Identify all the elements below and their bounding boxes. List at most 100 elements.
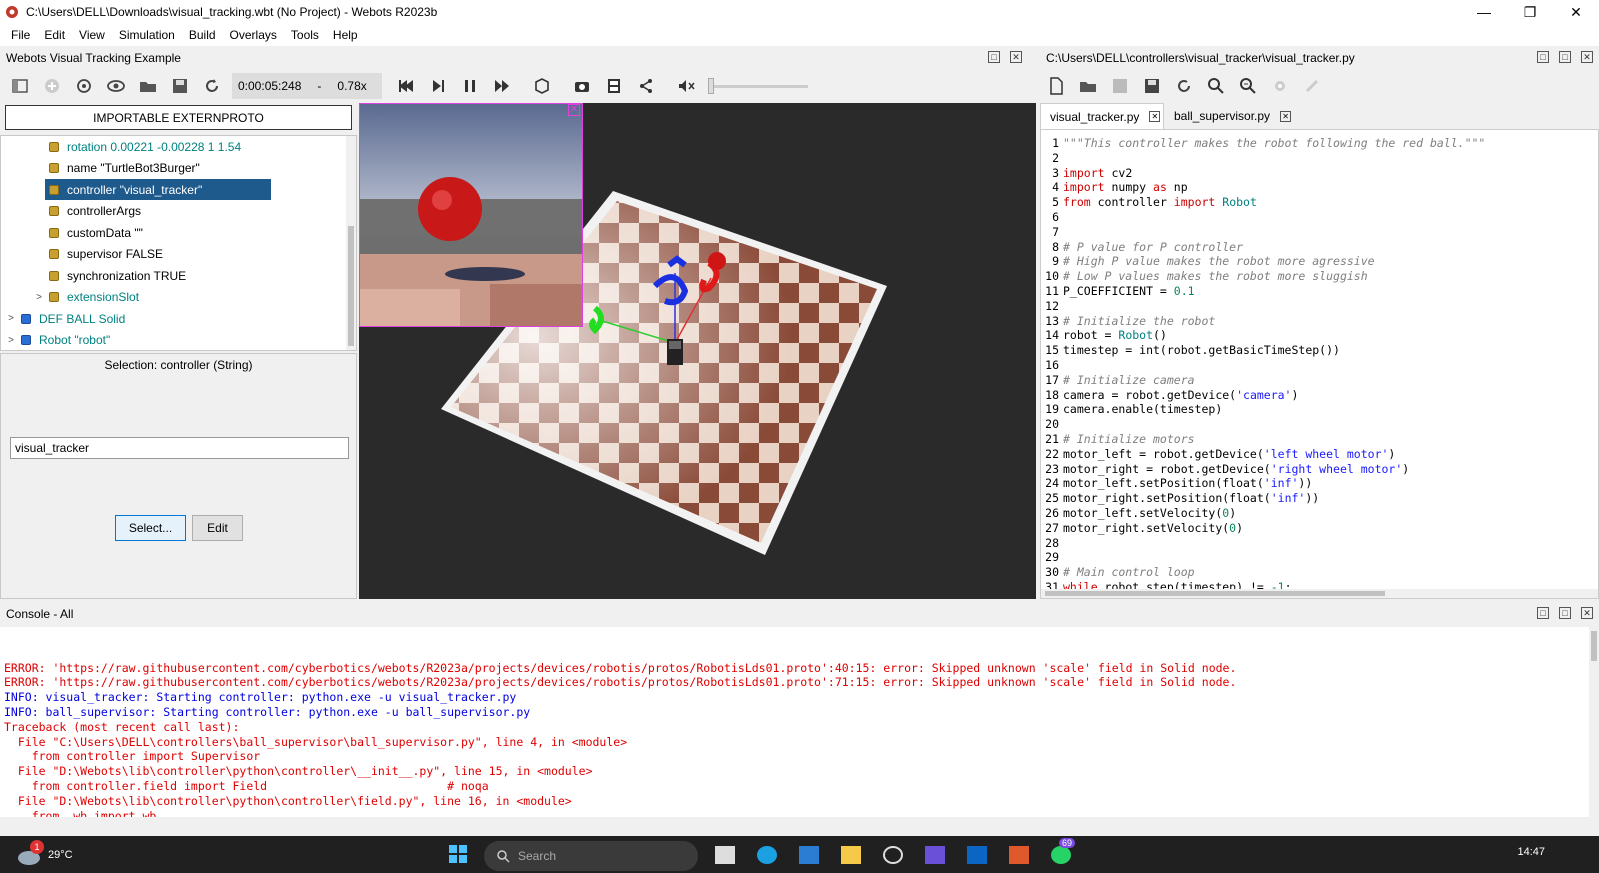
- app-icon[interactable]: [925, 846, 945, 864]
- menu-tools[interactable]: Tools: [284, 28, 326, 42]
- tree-item[interactable]: supervisor FALSE: [1, 244, 356, 266]
- save-world-button[interactable]: [164, 71, 196, 101]
- reset-simulation-button[interactable]: [390, 71, 422, 101]
- editor-maximize-icon[interactable]: □: [1559, 51, 1571, 63]
- reload-world-button[interactable]: [196, 71, 228, 101]
- record-movie-button[interactable]: [598, 71, 630, 101]
- console-maximize-icon[interactable]: □: [1559, 607, 1571, 619]
- editor-hscrollbar[interactable]: [1041, 589, 1598, 598]
- menu-simulation[interactable]: Simulation: [112, 28, 182, 42]
- line-number: 20: [1045, 417, 1059, 432]
- code-text: motor_left.setPosition(float('inf')): [1063, 476, 1313, 491]
- save-file-button[interactable]: [1104, 71, 1136, 101]
- console-undock-icon[interactable]: □: [1537, 607, 1549, 619]
- menu-build[interactable]: Build: [182, 28, 223, 42]
- menu-help[interactable]: Help: [326, 28, 365, 42]
- console-close-icon[interactable]: ✕: [1581, 607, 1593, 619]
- pause-button[interactable]: [454, 71, 486, 101]
- select-button[interactable]: Select...: [115, 515, 186, 541]
- expand-arrow-icon[interactable]: >: [5, 313, 17, 324]
- app-icon[interactable]: [883, 846, 903, 864]
- close-tab-icon[interactable]: ✕: [1149, 111, 1161, 122]
- console-line: File "C:\Users\DELL\controllers\ball_sup…: [4, 734, 628, 749]
- 3d-viewport[interactable]: ✕: [359, 103, 1036, 599]
- volume-slider[interactable]: [708, 77, 808, 94]
- code-editor[interactable]: 1 """This controller makes the robot foll…: [1040, 129, 1599, 599]
- skip-back-icon: [399, 80, 413, 92]
- edge-icon[interactable]: [757, 846, 777, 864]
- tree-item[interactable]: customData "": [1, 222, 356, 244]
- app-icon[interactable]: [1009, 846, 1029, 864]
- search-box[interactable]: Search: [484, 841, 698, 871]
- importable-externproto-button[interactable]: IMPORTABLE EXTERNPROTO: [5, 105, 352, 130]
- weather-widget[interactable]: 1 29°C: [16, 840, 73, 868]
- editor-tabs: visual_tracker.py ✕ ball_supervisor.py ✕: [1040, 103, 1599, 129]
- scene-tree-scrollbar[interactable]: [346, 136, 356, 350]
- tree-item[interactable]: controller "visual_tracker": [1, 179, 356, 201]
- tree-item[interactable]: synchronization TRUE: [1, 265, 356, 287]
- expand-arrow-icon[interactable]: >: [33, 292, 45, 303]
- app-icon[interactable]: [967, 846, 987, 864]
- close-window-button[interactable]: ✕: [1553, 0, 1599, 24]
- close-tab-icon[interactable]: ✕: [1280, 110, 1292, 122]
- volume-slider-handle[interactable]: [708, 77, 714, 94]
- scene-panel-title: Webots Visual Tracking Example: [6, 51, 181, 65]
- toggle-scene-tree-button[interactable]: [4, 71, 36, 101]
- tree-item[interactable]: rotation 0.00221 -0.00228 1 1.54: [1, 136, 356, 158]
- close-panel-icon[interactable]: ✕: [1010, 51, 1022, 63]
- step-button[interactable]: [422, 71, 454, 101]
- editor-close-icon[interactable]: ✕: [1581, 51, 1593, 63]
- undock-icon[interactable]: □: [988, 51, 1000, 63]
- add-node-button[interactable]: [36, 71, 68, 101]
- expand-arrow-icon[interactable]: >: [5, 335, 17, 346]
- camera-overlay[interactable]: ✕: [359, 103, 583, 327]
- tab-ball-supervisor[interactable]: ball_supervisor.py ✕: [1164, 103, 1294, 129]
- field-value-input[interactable]: [10, 437, 349, 459]
- code-text: # Initialize camera: [1063, 372, 1195, 387]
- fast-forward-button[interactable]: [486, 71, 518, 101]
- file-explorer-icon[interactable]: [841, 846, 861, 864]
- rendering-button[interactable]: [526, 71, 558, 101]
- edit-button[interactable]: Edit: [192, 515, 243, 541]
- code-line: 7: [1041, 225, 1598, 240]
- revert-button[interactable]: [1168, 71, 1200, 101]
- tree-item[interactable]: controllerArgs: [1, 201, 356, 223]
- windows-start-icon[interactable]: [448, 844, 468, 864]
- whatsapp-icon[interactable]: 69: [1051, 838, 1076, 864]
- build-button[interactable]: [1264, 71, 1296, 101]
- tree-item[interactable]: > DEF BALL Solid: [1, 308, 356, 330]
- mute-button[interactable]: [670, 71, 702, 101]
- new-file-button[interactable]: [1040, 71, 1072, 101]
- simulation-time: 0:00:05:248: [238, 79, 302, 93]
- console-output[interactable]: ERROR: 'https://raw.githubusercontent.co…: [0, 627, 1599, 817]
- menu-edit[interactable]: Edit: [37, 28, 72, 42]
- code-text: motor_right.setVelocity(0): [1063, 520, 1244, 535]
- tree-item[interactable]: name "TurtleBot3Burger": [1, 158, 356, 180]
- clean-button[interactable]: [1296, 71, 1328, 101]
- share-button[interactable]: [630, 71, 662, 101]
- line-number: 28: [1045, 535, 1059, 550]
- screenshot-button[interactable]: [566, 71, 598, 101]
- save-all-button[interactable]: [1136, 71, 1168, 101]
- copilot-icon[interactable]: [799, 846, 819, 864]
- replace-button[interactable]: [1232, 71, 1264, 101]
- console-scrollbar[interactable]: [1589, 627, 1599, 817]
- close-overlay-icon[interactable]: ✕: [568, 104, 580, 116]
- editor-undock-icon[interactable]: □: [1537, 51, 1549, 63]
- tree-item[interactable]: > extensionSlot: [1, 287, 356, 309]
- reset-view-button[interactable]: [68, 71, 100, 101]
- view-options-button[interactable]: [100, 71, 132, 101]
- find-button[interactable]: [1200, 71, 1232, 101]
- open-world-button[interactable]: [132, 71, 164, 101]
- code-text: import numpy as np: [1063, 180, 1188, 195]
- search-replace-icon: [1240, 78, 1256, 94]
- open-file-button[interactable]: [1072, 71, 1104, 101]
- minimize-button[interactable]: —: [1461, 0, 1507, 24]
- menu-overlays[interactable]: Overlays: [223, 28, 284, 42]
- tab-visual-tracker[interactable]: visual_tracker.py ✕: [1040, 103, 1164, 129]
- task-view-icon[interactable]: [715, 846, 735, 864]
- menu-view[interactable]: View: [72, 28, 112, 42]
- menu-file[interactable]: File: [4, 28, 37, 42]
- tree-item[interactable]: > Robot "robot": [1, 330, 356, 351]
- maximize-button[interactable]: ❐: [1507, 0, 1553, 24]
